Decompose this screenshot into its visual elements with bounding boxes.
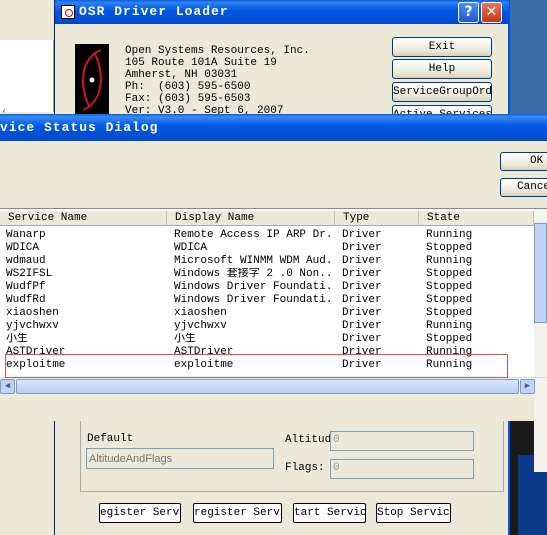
osr-logo-icon <box>75 44 109 116</box>
dialog-title: vice Status Dialog <box>0 120 159 135</box>
service-name-cell: yjvchwxv <box>6 320 59 332</box>
state-cell: Stopped <box>426 281 473 293</box>
osr-titlebar[interactable]: OSR Driver Loader ? ✕ <box>55 0 509 24</box>
background-pane <box>0 40 54 112</box>
window-title: OSR Driver Loader <box>79 4 229 19</box>
display-name-cell: Windows Driver Foundati... <box>174 281 334 293</box>
company-street: 105 Route 101A Suite 19 <box>125 57 277 69</box>
scroll-right-icon[interactable]: ▶ <box>520 379 535 394</box>
vertical-scrollbar[interactable] <box>534 209 547 472</box>
table-row[interactable]: wdmaud Microsoft WINMM WDM Aud... Driver… <box>0 255 547 268</box>
highlight-annotation-box <box>5 354 508 378</box>
display-name-cell: WDICA <box>174 242 208 254</box>
display-name-cell: 小生 <box>174 333 196 345</box>
type-cell: Driver <box>342 242 382 254</box>
ok-button[interactable]: OK <box>500 152 547 171</box>
flags-label: Flags: <box>285 462 325 474</box>
stop-service-button[interactable]: Stop Service <box>376 503 451 523</box>
type-cell: Driver <box>342 229 382 241</box>
type-cell: Driver <box>342 333 382 345</box>
display-name-cell: yjvchwxv <box>174 320 227 332</box>
column-header-display-name[interactable]: Display Name <box>167 211 335 226</box>
company-city: Amherst, NH 03031 <box>125 69 238 81</box>
type-cell: Driver <box>342 268 382 280</box>
service-name-cell: WS2IFSL <box>6 268 53 280</box>
type-cell: Driver <box>342 307 382 319</box>
altitude-flags-field[interactable] <box>86 448 274 469</box>
table-row[interactable]: 小生 小生 Driver Stopped <box>0 333 547 346</box>
default-label: Default <box>87 433 134 445</box>
company-phone: Ph: (603) 595-6500 <box>125 81 251 93</box>
table-row[interactable]: WudfPf Windows Driver Foundati... Driver… <box>0 281 547 294</box>
unregister-service-button[interactable]: register Servi <box>193 503 282 523</box>
table-row[interactable]: Wanarp Remote Access IP ARP Dr... Driver… <box>0 229 547 242</box>
state-cell: Stopped <box>426 268 473 280</box>
state-cell: Stopped <box>426 333 473 345</box>
altitude-value-field[interactable]: 0 <box>330 431 474 451</box>
list-header: Service Name Display Name Type State <box>0 211 547 226</box>
scroll-left-icon[interactable]: ◀ <box>0 379 15 394</box>
vertical-scroll-thumb[interactable] <box>534 223 547 323</box>
type-cell: Driver <box>342 294 382 306</box>
close-icon[interactable]: ✕ <box>481 2 502 23</box>
state-cell: Stopped <box>426 294 473 306</box>
horizontal-scroll-thumb[interactable] <box>16 379 519 394</box>
horizontal-scrollbar[interactable]: ◀ ▶ <box>0 377 547 394</box>
display-name-cell: Windows Driver Foundati... <box>174 294 334 306</box>
service-name-cell: WudfRd <box>6 294 46 306</box>
service-name-cell: WDICA <box>6 242 40 254</box>
state-cell: Running <box>426 320 473 332</box>
altitude-label: Altitud <box>285 434 332 446</box>
state-cell: Running <box>426 229 473 241</box>
exit-button[interactable]: Exit <box>392 37 492 57</box>
table-row[interactable]: xiaoshen xiaoshen Driver Stopped <box>0 307 547 320</box>
company-name: Open Systems Resources, Inc. <box>125 45 310 57</box>
state-cell: Running <box>426 255 473 267</box>
column-header-service-name[interactable]: Service Name <box>0 211 167 226</box>
service-name-cell: wdmaud <box>6 255 46 267</box>
register-service-button[interactable]: egister Servic <box>99 503 181 523</box>
company-fax: Fax: (603) 595-6503 <box>125 93 251 105</box>
table-row[interactable]: WS2IFSL Windows 套接字 2 .0 Non... Driver S… <box>0 268 547 281</box>
background-text: , <box>2 104 8 114</box>
type-cell: Driver <box>342 320 382 332</box>
help-caption-button[interactable]: ? <box>458 2 479 23</box>
service-name-cell: xiaoshen <box>6 307 59 319</box>
table-row[interactable]: WudfRd Windows Driver Foundati... Driver… <box>0 294 547 307</box>
display-name-cell: xiaoshen <box>174 307 227 319</box>
table-row[interactable]: yjvchwxv yjvchwxv Driver Running <box>0 320 547 333</box>
display-name-cell: Windows 套接字 2 .0 Non... <box>174 268 334 280</box>
display-name-cell: Remote Access IP ARP Dr... <box>174 229 334 241</box>
type-cell: Driver <box>342 281 382 293</box>
service-name-cell: 小生 <box>6 333 28 345</box>
state-cell: Stopped <box>426 242 473 254</box>
display-name-cell: Microsoft WINMM WDM Aud... <box>174 255 334 267</box>
dialog-titlebar[interactable]: vice Status Dialog <box>0 114 547 141</box>
cancel-button[interactable]: Cancel <box>500 178 547 197</box>
flags-value-field[interactable]: 0 <box>330 459 474 479</box>
service-name-cell: Wanarp <box>6 229 46 241</box>
start-service-button[interactable]: tart Service <box>293 503 366 523</box>
state-cell: Stopped <box>426 307 473 319</box>
app-icon <box>61 5 75 19</box>
type-cell: Driver <box>342 255 382 267</box>
column-header-state[interactable]: State <box>419 211 534 226</box>
help-button[interactable]: Help <box>392 59 492 79</box>
table-row[interactable]: WDICA WDICA Driver Stopped <box>0 242 547 255</box>
service-group-order-button[interactable]: ServiceGroupOrder <box>392 82 492 102</box>
column-header-type[interactable]: Type <box>335 211 419 226</box>
service-name-cell: WudfPf <box>6 281 46 293</box>
